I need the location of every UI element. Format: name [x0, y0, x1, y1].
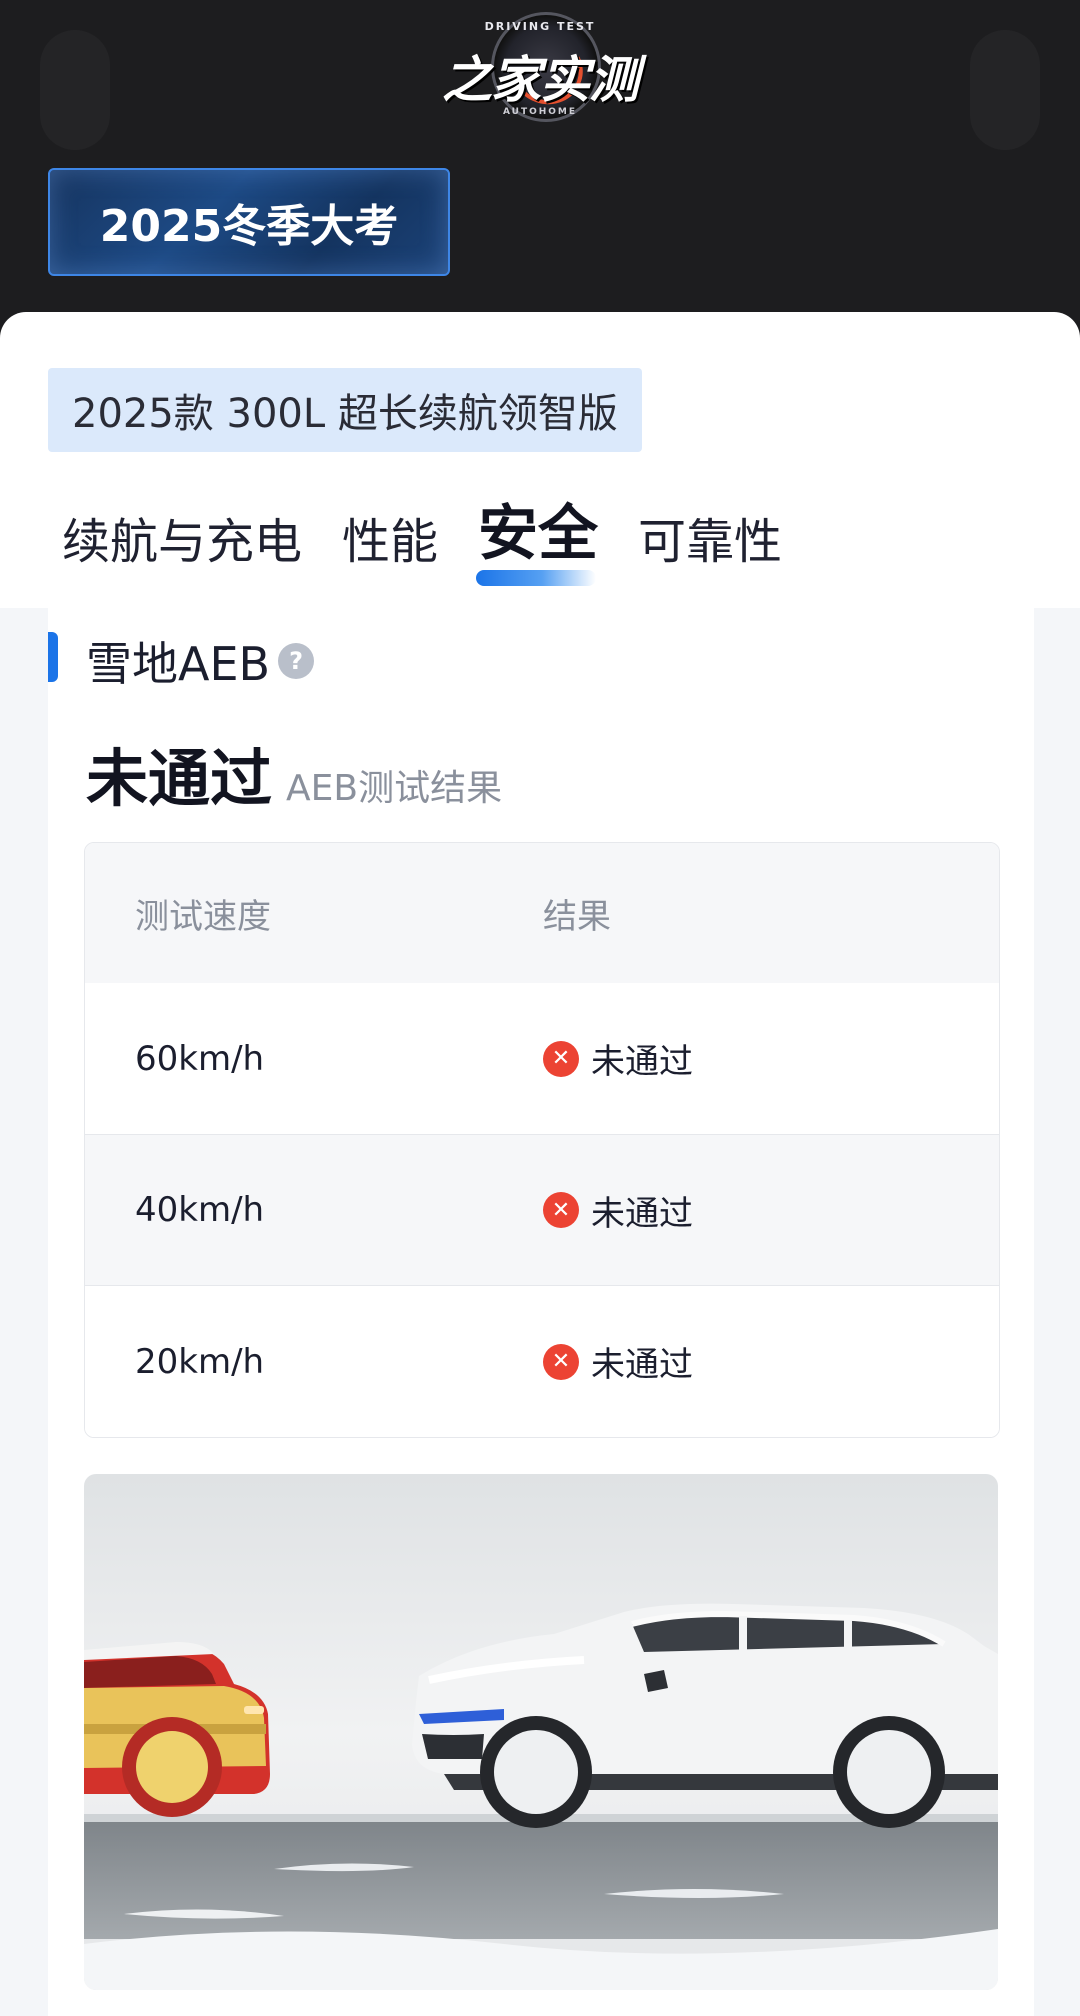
category-tabs: 续航与充电 性能 安全 可靠性 [62, 499, 822, 590]
table-row: 40km/h ✕ 未通过 [85, 1135, 999, 1286]
result-text: 未通过 [591, 1345, 693, 1385]
result-cell: ✕ 未通过 [543, 1186, 693, 1235]
logo-text: 之家实测 [442, 51, 639, 109]
result-text: 未通过 [591, 1193, 693, 1234]
question-icon[interactable]: ? [278, 643, 315, 679]
fail-x-icon: ✕ [543, 1040, 579, 1077]
speed-cell: 20km/h [135, 1341, 265, 1382]
autohome-test-logo: DRIVING TEST 之家实测 AUTOHOME [425, 12, 655, 127]
result-cell: ✕ 未通过 [543, 1337, 693, 1386]
result-text: 未通过 [591, 1042, 693, 1082]
tab-safety[interactable]: 安全 [476, 485, 598, 590]
snow-cars-illustration [84, 1474, 998, 1990]
aeb-result-table: 测试速度 结果 60km/h ✕ 未通过 40km/h ✕ 未通过 20km/h… [84, 842, 1000, 1438]
table-row: 20km/h ✕ 未通过 [85, 1286, 999, 1437]
logo-top-text: DRIVING TEST [484, 20, 596, 33]
result-cell: ✕ 未通过 [543, 1034, 693, 1083]
aeb-test-image [84, 1474, 998, 1990]
season-badge: 2025冬季大考 [48, 168, 450, 276]
speed-cell: 40km/h [135, 1190, 265, 1230]
section-title-text: 雪地AEB [86, 637, 271, 691]
aeb-result-summary: 未通过 AEB测试结果 [86, 728, 502, 818]
column-header-speed: 测试速度 [135, 896, 271, 937]
model-tag[interactable]: 2025款 300L 超长续航领智版 [48, 368, 642, 452]
fail-x-icon: ✕ [543, 1343, 579, 1380]
column-header-result: 结果 [543, 896, 611, 937]
table-header-row: 测试速度 结果 [85, 843, 999, 984]
tab-reliability[interactable]: 可靠性 [638, 502, 782, 590]
tab-range-charging[interactable]: 续航与充电 [62, 502, 302, 590]
fail-x-icon: ✕ [543, 1192, 579, 1228]
logo-bottom-text: AUTOHOME [502, 107, 578, 117]
result-status: 未通过 [86, 742, 273, 815]
result-caption: AEB测试结果 [286, 768, 503, 809]
speed-cell: 60km/h [135, 1038, 265, 1079]
section-title: 雪地AEB ? [86, 628, 315, 694]
back-area [40, 30, 110, 150]
table-row: 60km/h ✕ 未通过 [85, 983, 999, 1135]
tab-performance[interactable]: 性能 [342, 502, 438, 590]
share-area [970, 30, 1040, 150]
section-indicator [48, 632, 58, 682]
page-header: DRIVING TEST 之家实测 AUTOHOME 2025冬季大考 [0, 0, 1080, 340]
